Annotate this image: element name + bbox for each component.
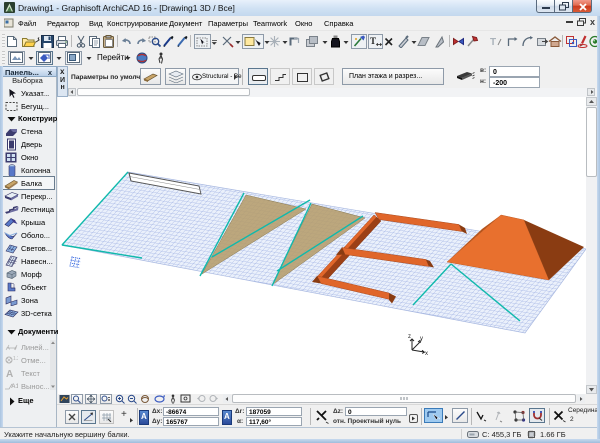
svg-text:1.2: 1.2: [13, 356, 18, 362]
svg-text:A: A: [6, 369, 13, 378]
svg-text:T: T: [370, 36, 376, 46]
svg-text:T: T: [490, 37, 496, 48]
svg-text:A1: A1: [11, 383, 18, 390]
svg-text:z: z: [408, 334, 411, 340]
svg-text:x: x: [425, 351, 428, 357]
svg-text:y: y: [420, 336, 423, 342]
